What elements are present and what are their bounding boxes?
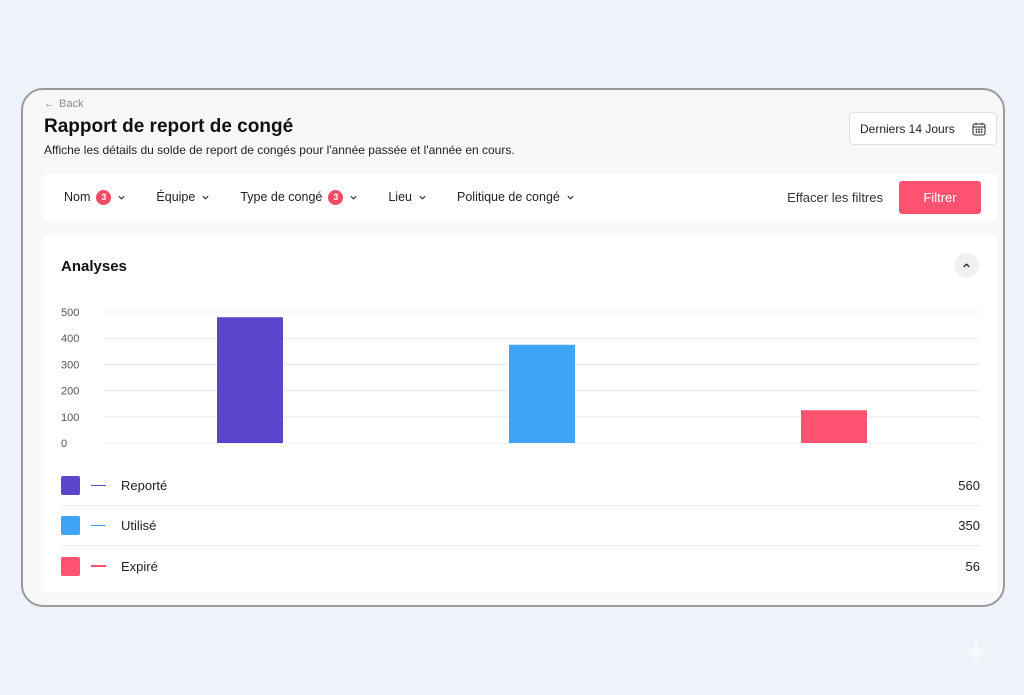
legend-swatch xyxy=(61,516,80,535)
sparkle-icon xyxy=(964,639,988,663)
filter-count-badge: 3 xyxy=(96,189,112,205)
filter-lieu[interactable]: Lieu xyxy=(388,190,427,204)
chevron-down-icon xyxy=(567,195,574,200)
legend-item-reporte: Reporté 560 xyxy=(61,466,980,506)
chevron-down-icon xyxy=(419,195,426,200)
page-subtitle: Affiche les détails du solde de report d… xyxy=(44,143,515,157)
legend-line-marker xyxy=(91,484,106,487)
page-title: Rapport de report de congé xyxy=(44,116,294,137)
filter-nom[interactable]: Nom 3 xyxy=(64,189,126,205)
filter-equipe[interactable]: Équipe xyxy=(156,190,210,204)
legend-item-utilise: Utilisé 350 xyxy=(61,506,980,546)
y-tick-label: 0 xyxy=(61,438,67,450)
filter-bar: Nom 3 Équipe Type de congé 3 Lieu Politi… xyxy=(44,174,997,220)
legend-label: Utilisé xyxy=(121,518,157,533)
legend-swatch xyxy=(61,476,80,495)
filter-label: Équipe xyxy=(156,190,196,204)
bar-chart: 0 100 200 300 400 500 xyxy=(61,307,980,450)
report-window: ← Back Rapport de report de congé Affich… xyxy=(21,88,1005,607)
arrow-left-icon: ← xyxy=(44,98,55,110)
calendar-icon xyxy=(972,122,986,136)
legend-label: Reporté xyxy=(121,478,168,493)
legend-line-marker xyxy=(91,524,106,527)
chevron-down-icon xyxy=(118,195,126,200)
bar-0[interactable] xyxy=(217,317,283,443)
filter-count-badge: 3 xyxy=(328,189,344,205)
legend-value: 56 xyxy=(965,558,980,574)
filter-politique-conge[interactable]: Politique de congé xyxy=(457,190,575,204)
legend-value: 560 xyxy=(958,478,980,493)
y-tick-label: 500 xyxy=(61,307,79,319)
apply-filter-button[interactable]: Filtrer xyxy=(899,180,981,214)
chart-legend: Reporté 560 Utilisé 350 Expiré 56 xyxy=(61,466,980,586)
filter-label: Politique de congé xyxy=(457,190,560,204)
y-tick-label: 100 xyxy=(61,412,79,424)
chevron-down-icon xyxy=(350,195,357,200)
y-tick-label: 300 xyxy=(61,359,79,371)
legend-label: Expiré xyxy=(121,558,158,574)
date-range-picker[interactable]: Derniers 14 Jours xyxy=(849,112,997,145)
bar-2[interactable] xyxy=(801,410,867,443)
clear-filters-link[interactable]: Effacer les filtres xyxy=(787,190,883,205)
analytics-card: Analyses 0 100 200 300 400 500 Reporté 560 Ut… xyxy=(44,236,997,592)
legend-swatch xyxy=(61,556,80,576)
filter-label: Type de congé xyxy=(240,190,323,204)
chevron-down-icon xyxy=(202,195,209,200)
filter-label: Nom xyxy=(64,190,91,204)
bar-1[interactable] xyxy=(509,344,575,443)
legend-value: 350 xyxy=(958,518,980,533)
y-tick-label: 400 xyxy=(61,333,79,345)
filter-label: Lieu xyxy=(388,190,412,204)
back-link[interactable]: ← Back xyxy=(44,98,83,110)
date-range-label: Derniers 14 Jours xyxy=(860,121,955,136)
legend-line-marker xyxy=(91,565,106,567)
back-label: Back xyxy=(59,98,84,110)
filter-type-conge[interactable]: Type de congé 3 xyxy=(240,189,358,205)
legend-item-expire: Expiré 56 xyxy=(61,546,980,586)
y-tick-label: 200 xyxy=(61,386,79,398)
